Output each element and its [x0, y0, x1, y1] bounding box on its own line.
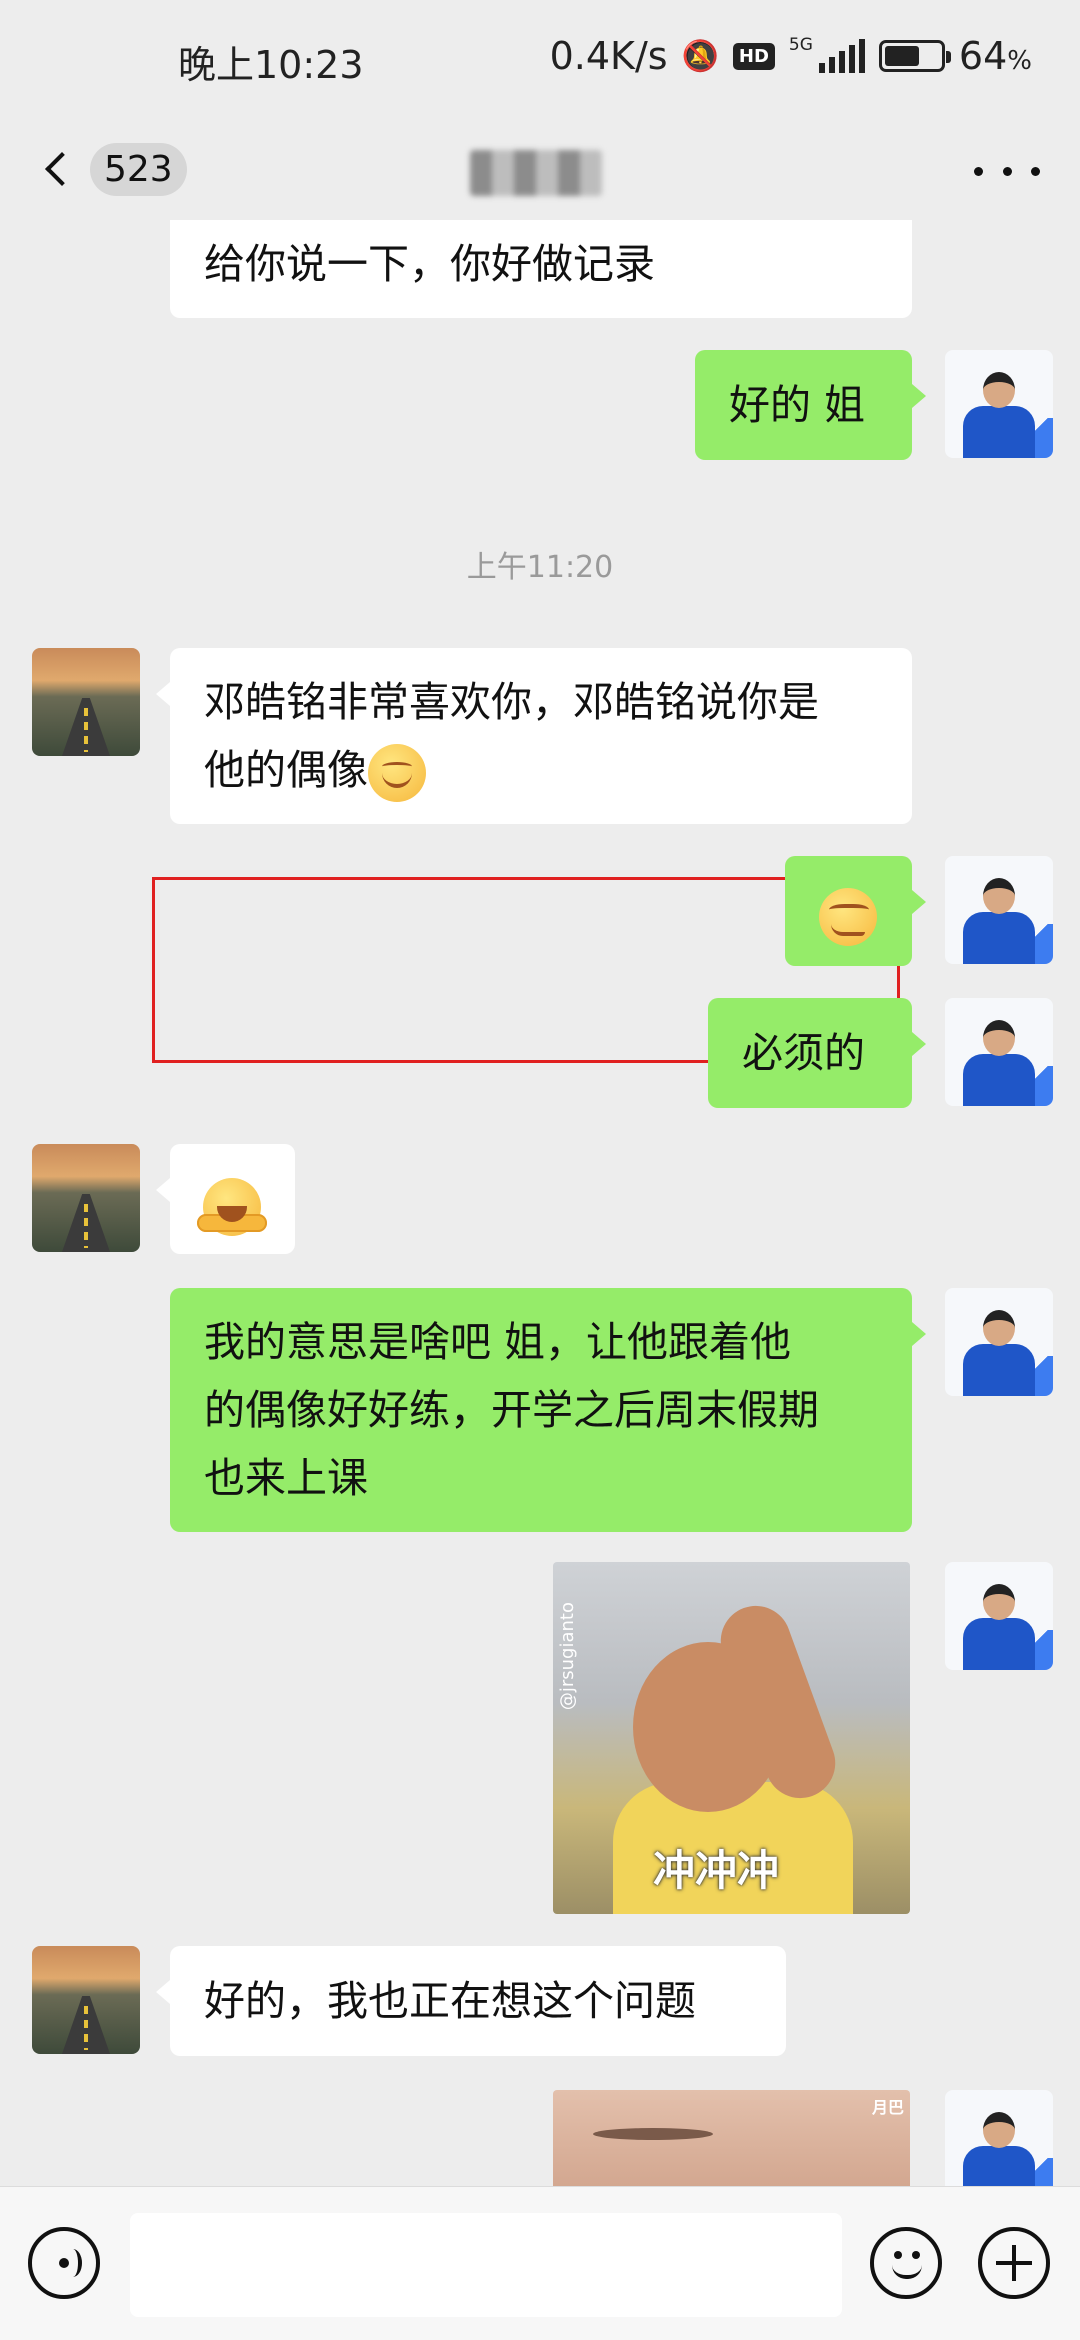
smirk-face-icon [819, 888, 877, 946]
message-text-line: 也来上课 [204, 1454, 368, 1502]
more-dot-icon [1002, 166, 1012, 176]
more-dot-icon [974, 166, 983, 176]
message-text-line: 邓皓铭非常喜欢你，邓皓铭说你是 [204, 678, 819, 726]
message-text-line: 我的意思是啥吧 姐，让他跟着他 [204, 1318, 792, 1366]
chat-timestamp: 上午11:20 [466, 550, 614, 585]
chat-message-list[interactable]: 给你说一下，你好做记录 好的 姐 上午11:20 邓皓铭非常喜欢你，邓皓铭说你是… [0, 220, 1080, 2186]
network-speed: 0.4K/s [549, 34, 668, 78]
message-text: 好的，我也正在想这个问题 [204, 1977, 696, 2025]
chevron-left-icon [45, 152, 79, 186]
message-text: 给你说一下，你好做记录 [204, 240, 655, 288]
input-bar [0, 2186, 1080, 2340]
contact-avatar[interactable] [32, 1144, 140, 1252]
nav-bar: 523 [0, 120, 1080, 220]
message-text-line: 他的偶像 [204, 746, 368, 794]
sticker-watermark: @jrsugianto [557, 1602, 578, 1711]
contact-avatar[interactable] [32, 648, 140, 756]
status-time: 晚上10:23 [178, 43, 364, 87]
my-avatar[interactable] [945, 998, 1053, 1106]
status-indicators: 0.4K/s 🔕 HD 5G 64% [550, 34, 1032, 78]
more-actions-button[interactable] [978, 2227, 1050, 2299]
hd-badge: HD [732, 42, 775, 70]
battery-percent: 64% [958, 34, 1032, 78]
message-text: 必须的 [742, 1029, 865, 1077]
chat-title-blurred [470, 150, 602, 196]
outgoing-message-bubble[interactable]: 必须的 [708, 998, 926, 1108]
outgoing-message-bubble[interactable]: 好的 姐 [695, 350, 926, 460]
message-text-line: 的偶像好好练，开学之后周末假期 [204, 1386, 819, 1434]
outgoing-message-bubble[interactable]: 我的意思是啥吧 姐，让他跟着他 的偶像好好练，开学之后周末假期 也来上课 [170, 1288, 926, 1532]
my-avatar[interactable] [945, 1288, 1053, 1396]
emoji-face-icon [894, 2251, 920, 2259]
message-input[interactable] [130, 2213, 842, 2317]
voice-input-button[interactable] [28, 2227, 100, 2299]
incoming-message-bubble[interactable]: 邓皓铭非常喜欢你，邓皓铭说你是 他的偶像 [156, 648, 912, 824]
my-avatar[interactable] [945, 856, 1053, 964]
sticker-image[interactable]: 月巴 [553, 2090, 910, 2186]
network-type: 5G [788, 35, 813, 55]
smiling-face-icon [368, 744, 426, 802]
my-avatar[interactable] [945, 350, 1053, 458]
incoming-message-bubble[interactable]: 给你说一下，你好做记录 [170, 220, 912, 318]
unread-count-badge: 523 [90, 142, 187, 196]
bell-muted-icon: 🔕 [681, 38, 719, 74]
hugging-face-icon [197, 1178, 267, 1236]
sticker-caption: 冲冲冲 [653, 1846, 780, 1895]
more-options-button[interactable] [974, 138, 1040, 204]
incoming-message-bubble[interactable] [156, 1144, 295, 1254]
signal-icon: 5G [789, 35, 865, 73]
sticker-watermark: 月巴 [871, 2098, 904, 2117]
message-text: 好的 姐 [729, 381, 866, 429]
emoji-picker-button[interactable] [870, 2227, 942, 2299]
my-avatar[interactable] [945, 2090, 1053, 2186]
incoming-message-bubble[interactable]: 好的，我也正在想这个问题 [156, 1946, 786, 2056]
contact-avatar[interactable] [32, 1946, 140, 2054]
back-button[interactable]: 523 [40, 134, 190, 204]
battery-icon [878, 40, 951, 72]
outgoing-message-bubble[interactable] [785, 856, 926, 966]
more-dot-icon [1031, 166, 1040, 176]
my-avatar[interactable] [945, 1562, 1053, 1670]
status-bar: 晚上10:23 0.4K/s 🔕 HD 5G 64% [0, 0, 1080, 120]
sticker-image[interactable]: @jrsugianto 冲冲冲 [553, 1562, 910, 1914]
